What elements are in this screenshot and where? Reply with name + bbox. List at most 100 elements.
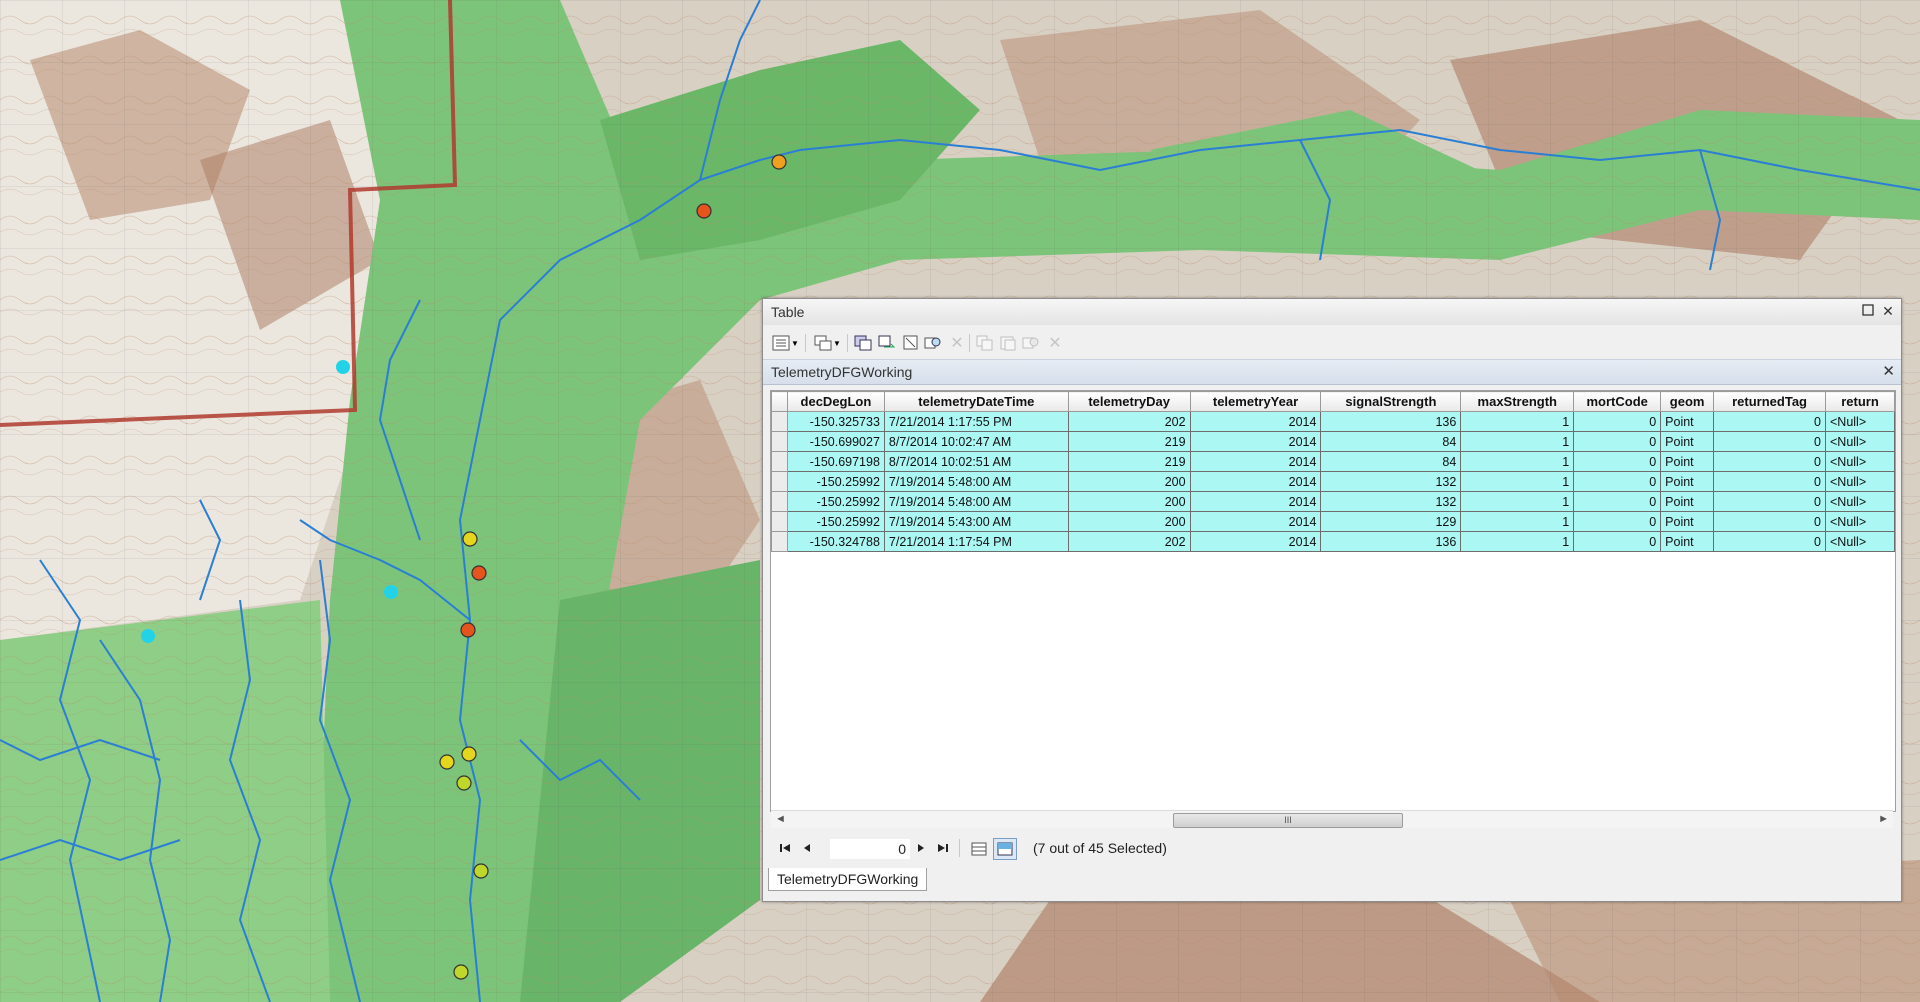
show-selected-records-icon[interactable] [993, 838, 1017, 860]
row-selector-header[interactable] [771, 391, 788, 412]
table-cell[interactable]: 2014 [1189, 431, 1322, 452]
table-cell[interactable]: 2014 [1189, 411, 1322, 432]
table-cell[interactable]: <Null> [1825, 471, 1895, 492]
close-table-icon[interactable]: ✕ [1882, 362, 1895, 380]
table-row[interactable]: -150.25992 7/19/2014 5:43:00 AM 200 2014 129… [771, 511, 1895, 532]
table-cell[interactable]: 136 [1320, 411, 1462, 432]
first-record-icon[interactable] [777, 839, 793, 857]
close-icon[interactable]: ✕ [1879, 302, 1897, 320]
table-cell[interactable]: 7/21/2014 1:17:55 PM [883, 411, 1069, 432]
table-row[interactable]: -150.699027 8/7/2014 10:02:47 AM 219 2014 84… [771, 431, 1895, 452]
table-cell[interactable]: 1 [1460, 411, 1575, 432]
table-cell[interactable]: 0 [1713, 471, 1826, 492]
table-row[interactable]: -150.25992 7/19/2014 5:48:00 AM 200 2014 132… [771, 471, 1895, 492]
dropdown-icon[interactable]: ▼ [790, 333, 800, 353]
table-cell[interactable]: 0 [1713, 531, 1826, 552]
table-cell[interactable]: 219 [1067, 451, 1191, 472]
table-cell[interactable]: 136 [1320, 531, 1462, 552]
table-cell[interactable]: Point [1660, 411, 1715, 432]
table-cell[interactable]: -150.699027 [786, 431, 885, 452]
table-cell[interactable]: <Null> [1825, 531, 1895, 552]
scroll-thumb[interactable]: III [1173, 813, 1403, 828]
table-cell[interactable]: 1 [1460, 471, 1575, 492]
table-cell[interactable]: 132 [1320, 491, 1462, 512]
table-cell[interactable]: Point [1660, 491, 1715, 512]
table-cell[interactable]: 2014 [1189, 491, 1322, 512]
switch-selection-icon[interactable] [877, 333, 897, 353]
table-cell[interactable]: <Null> [1825, 491, 1895, 512]
table-cell[interactable]: 2014 [1189, 511, 1322, 532]
table-cell[interactable]: Point [1660, 471, 1715, 492]
table-cell[interactable]: 0 [1573, 431, 1662, 452]
table-cell[interactable]: 219 [1067, 431, 1191, 452]
table-cell[interactable]: 1 [1460, 431, 1575, 452]
previous-record-icon[interactable] [799, 839, 815, 857]
table-cell[interactable]: 0 [1713, 491, 1826, 512]
table-cell[interactable]: 202 [1067, 531, 1191, 552]
table-cell[interactable]: -150.25992 [786, 491, 885, 512]
table-cell[interactable]: -150.25992 [786, 511, 885, 532]
table-cell[interactable]: 84 [1320, 431, 1462, 452]
table-cell[interactable]: 129 [1320, 511, 1462, 532]
horizontal-scrollbar[interactable]: ◄ III ► [771, 810, 1893, 828]
table-row[interactable]: -150.325733 7/21/2014 1:17:55 PM 202 2014 13… [771, 411, 1895, 432]
table-cell[interactable]: 1 [1460, 511, 1575, 532]
table-cell[interactable]: 7/21/2014 1:17:54 PM [883, 531, 1069, 552]
title-bar[interactable]: Table ✕ [763, 299, 1901, 326]
clear-selection-icon[interactable] [901, 333, 921, 353]
row-selector[interactable] [771, 451, 788, 472]
table-cell[interactable]: -150.25992 [786, 471, 885, 492]
table-cell[interactable]: 8/7/2014 10:02:47 AM [883, 431, 1069, 452]
table-cell[interactable]: 2014 [1189, 451, 1322, 472]
delete-selected-icon[interactable]: ✕ [947, 333, 967, 353]
table-row[interactable]: -150.324788 7/21/2014 1:17:54 PM 202 2014 13… [771, 531, 1895, 552]
copy-icon[interactable] [975, 333, 995, 353]
delete-icon[interactable]: ✕ [1045, 333, 1065, 353]
column-header[interactable]: mortCode [1573, 391, 1662, 412]
column-header[interactable]: telemetryYear [1189, 391, 1322, 412]
column-header[interactable]: telemetryDay [1067, 391, 1191, 412]
row-selector[interactable] [771, 411, 788, 432]
column-header[interactable]: maxStrength [1460, 391, 1575, 412]
table-cell[interactable]: 202 [1067, 411, 1191, 432]
table-cell[interactable]: <Null> [1825, 411, 1895, 432]
zoom-to-selected-icon[interactable] [923, 333, 943, 353]
table-cell[interactable]: 7/19/2014 5:43:00 AM [883, 511, 1069, 532]
table-cell[interactable]: Point [1660, 431, 1715, 452]
table-cell[interactable]: -150.325733 [786, 411, 885, 432]
table-cell[interactable]: Point [1660, 511, 1715, 532]
table-cell[interactable]: <Null> [1825, 511, 1895, 532]
table-cell[interactable]: 7/19/2014 5:48:00 AM [883, 491, 1069, 512]
table-window[interactable]: Table ✕ ▼ ▼ ✕ ✕ TelemetryDFGWorking ✕ de… [762, 298, 1902, 902]
last-record-icon[interactable] [935, 839, 951, 857]
row-selector[interactable] [771, 431, 788, 452]
paste-icon[interactable] [999, 333, 1019, 353]
dropdown-icon[interactable]: ▼ [832, 333, 842, 353]
row-selector[interactable] [771, 511, 788, 532]
related-tables-icon[interactable] [813, 333, 833, 353]
table-row[interactable]: -150.697198 8/7/2014 10:02:51 AM 219 2014 84… [771, 451, 1895, 472]
table-cell[interactable]: 0 [1713, 411, 1826, 432]
table-cell[interactable]: 0 [1713, 511, 1826, 532]
scroll-left-icon[interactable]: ◄ [775, 813, 786, 825]
column-header[interactable]: returnedTag [1713, 391, 1826, 412]
table-cell[interactable]: -150.324788 [786, 531, 885, 552]
scroll-right-icon[interactable]: ► [1878, 813, 1889, 825]
table-cell[interactable]: 0 [1573, 471, 1662, 492]
maximize-icon[interactable] [1859, 302, 1877, 320]
table-tab[interactable]: TelemetryDFGWorking [768, 868, 928, 891]
table-cell[interactable]: <Null> [1825, 431, 1895, 452]
table-tab-header[interactable]: TelemetryDFGWorking ✕ [763, 359, 1901, 385]
table-cell[interactable]: 132 [1320, 471, 1462, 492]
table-options-icon[interactable] [771, 333, 791, 353]
table-cell[interactable]: 0 [1573, 451, 1662, 472]
table-cell[interactable]: 0 [1573, 411, 1662, 432]
table-cell[interactable]: 200 [1067, 491, 1191, 512]
table-cell[interactable]: 0 [1573, 491, 1662, 512]
table-cell[interactable]: 0 [1713, 431, 1826, 452]
table-cell[interactable]: 0 [1713, 451, 1826, 472]
table-cell[interactable]: 84 [1320, 451, 1462, 472]
column-header[interactable]: decDegLon [786, 391, 885, 412]
select-by-attributes-icon[interactable] [853, 333, 873, 353]
table-cell[interactable]: 0 [1573, 511, 1662, 532]
